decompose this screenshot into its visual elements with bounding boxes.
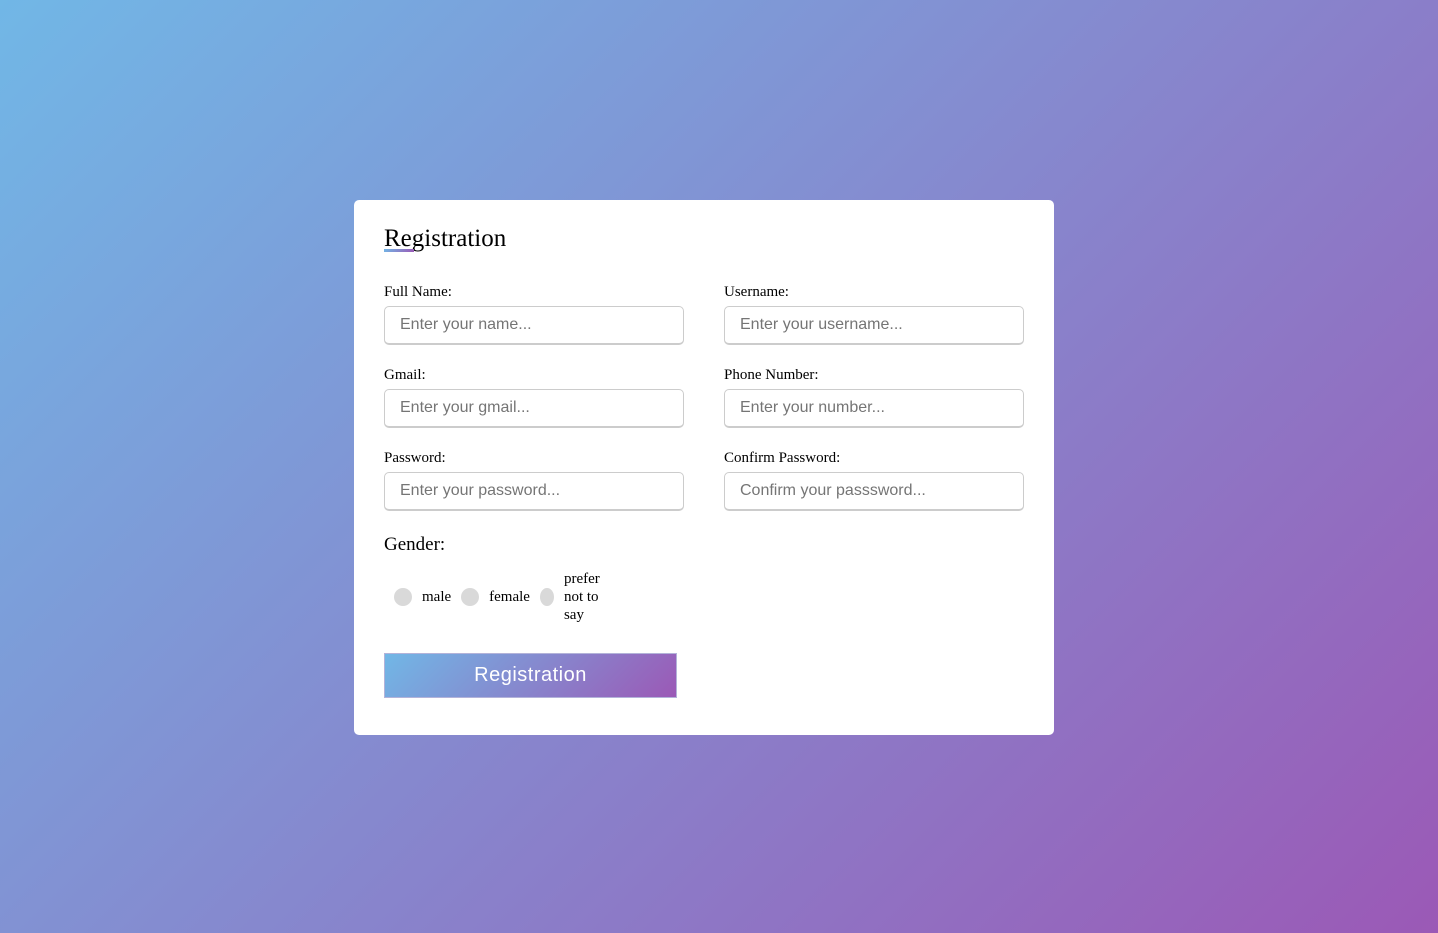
username-label: Username:: [724, 284, 789, 300]
radio-dot-icon[interactable]: [461, 588, 480, 606]
field-username: Username:: [724, 284, 1024, 345]
gender-option-female[interactable]: female: [461, 588, 530, 606]
form-title: Registration: [384, 225, 1024, 253]
gender-option-male[interactable]: male: [394, 588, 451, 606]
gmail-label: Gmail:: [384, 367, 426, 383]
gmail-input[interactable]: [384, 389, 684, 428]
username-input[interactable]: [724, 306, 1024, 345]
field-password: Password:: [384, 450, 684, 511]
full-name-label: Full Name:: [384, 284, 452, 300]
confirm-password-input[interactable]: [724, 472, 1024, 511]
field-gmail: Gmail:: [384, 367, 684, 428]
phone-number-input[interactable]: [724, 389, 1024, 428]
title-underline: [384, 249, 414, 252]
gender-option-prefer-not-to-say[interactable]: prefer not to say: [539, 570, 606, 624]
field-phone-number: Phone Number:: [724, 367, 1024, 428]
full-name-input[interactable]: [384, 306, 684, 345]
radio-dot-icon[interactable]: [539, 588, 554, 606]
gender-label-female: female: [489, 588, 530, 605]
field-full-name: Full Name:: [384, 284, 684, 345]
gender-label-male: male: [422, 588, 452, 605]
radio-dot-icon[interactable]: [394, 588, 412, 606]
gender-label-prefer-not-to-say: prefer not to say: [563, 571, 600, 623]
password-label: Password:: [384, 450, 446, 466]
form-title-text: Registration: [384, 225, 507, 252]
registration-submit-button[interactable]: Registration: [384, 653, 677, 698]
registration-card: Registration Full Name: Username: Gmail:…: [354, 200, 1054, 735]
phone-number-label: Phone Number:: [724, 367, 819, 383]
field-confirm-password: Confirm Password:: [724, 450, 1024, 511]
gender-title: Gender:: [384, 534, 446, 555]
gender-options: male female prefer not to say: [394, 570, 616, 624]
confirm-password-label: Confirm Password:: [724, 450, 841, 466]
password-input[interactable]: [384, 472, 684, 511]
